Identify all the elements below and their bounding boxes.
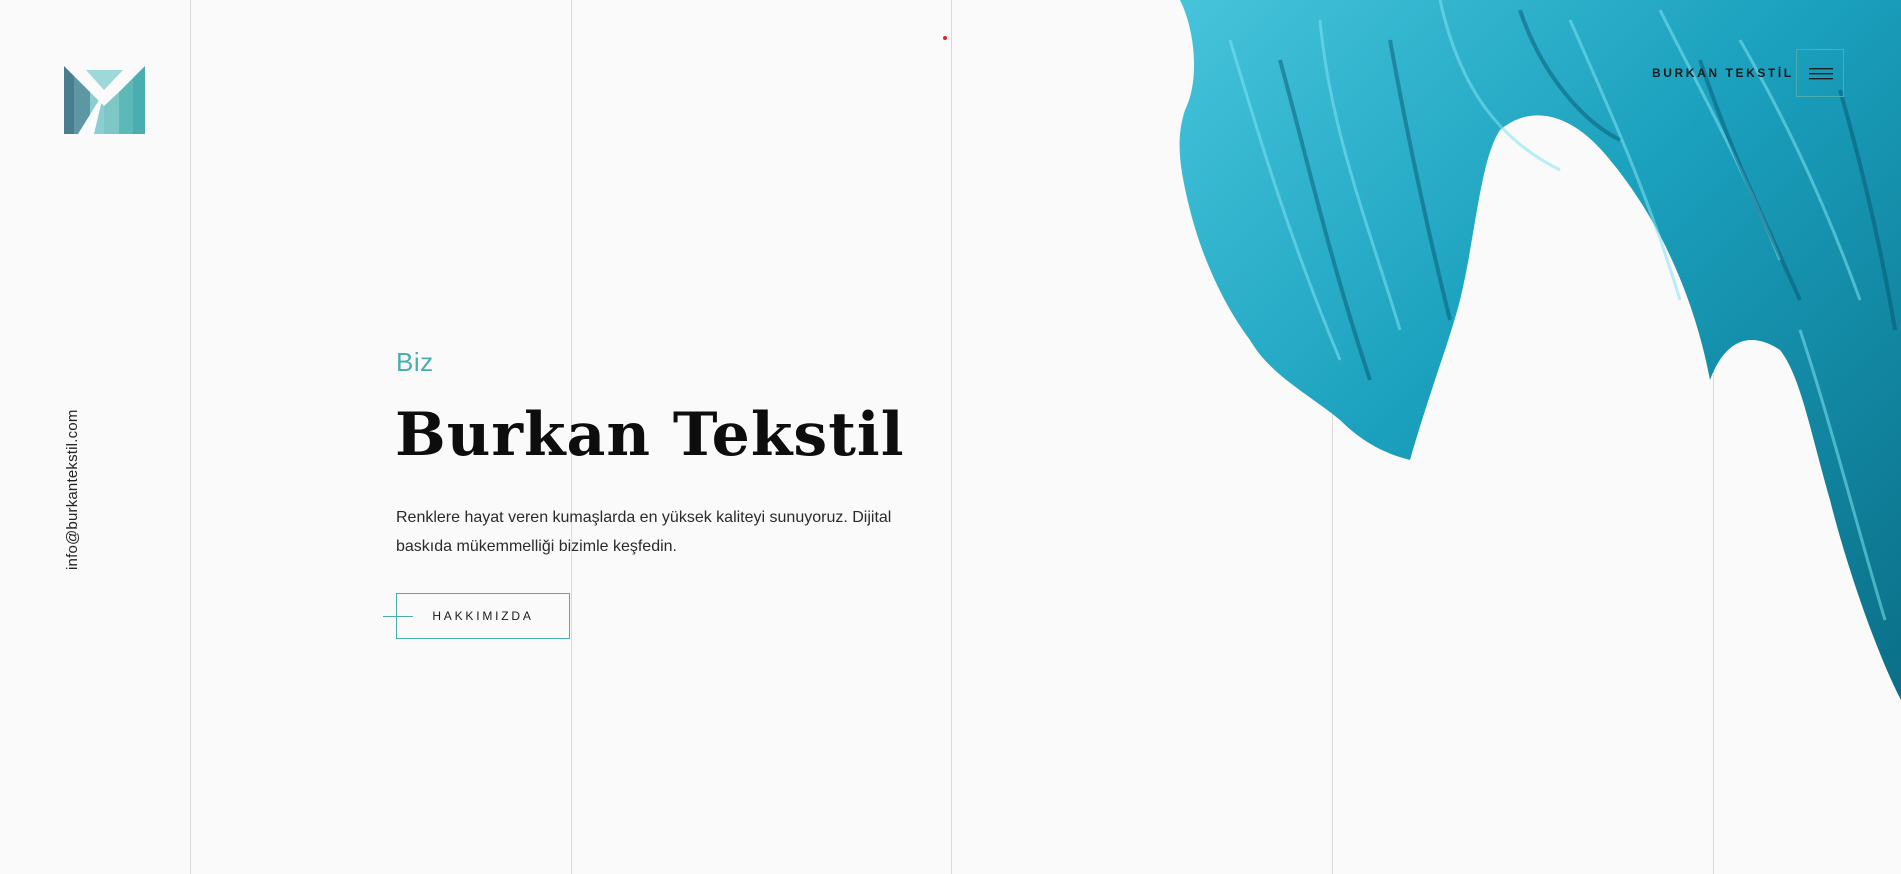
- grid-line: [951, 0, 952, 874]
- decorative-dot: [943, 36, 947, 40]
- about-button[interactable]: HAKKIMIZDA: [396, 593, 570, 639]
- burkan-tekstil-logo[interactable]: [64, 66, 145, 134]
- hero-subtitle: Biz: [396, 347, 434, 377]
- grid-line: [190, 0, 191, 874]
- hero-title: Burkan Tekstil: [395, 400, 905, 470]
- hero-description: Renklere hayat veren kumaşlarda en yükse…: [396, 509, 892, 555]
- hamburger-icon: [1809, 68, 1833, 80]
- header-brand-label[interactable]: BURKAN TEKSTİL: [1652, 66, 1794, 80]
- contact-email[interactable]: info@burkantekstil.com: [64, 409, 81, 570]
- menu-button[interactable]: [1796, 49, 1844, 97]
- teal-fabric-image: [1179, 0, 1901, 700]
